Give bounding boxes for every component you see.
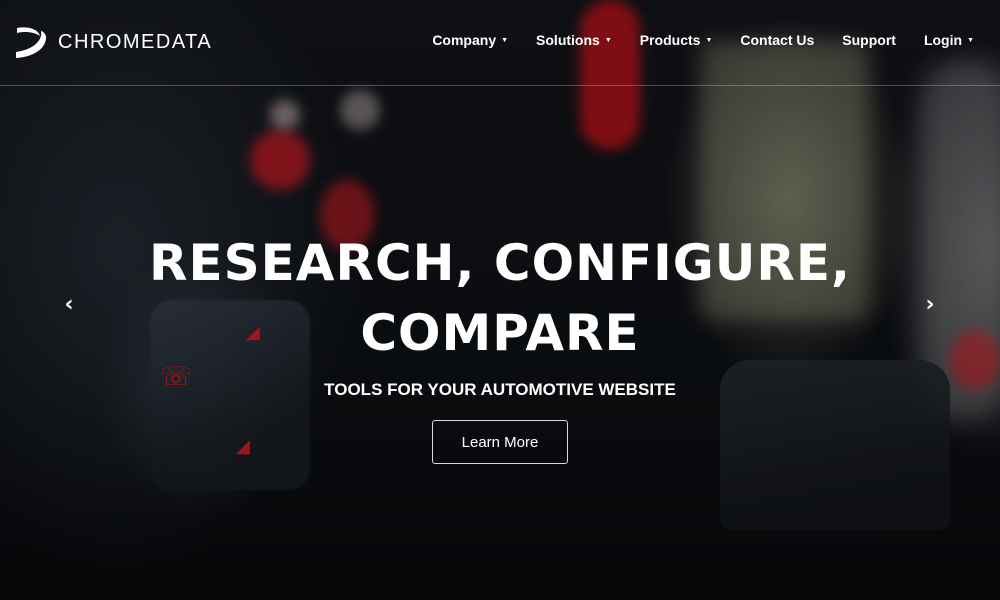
brand-logo-link[interactable]: CHROMEDATA (14, 24, 212, 60)
main-nav: Company ▼ Solutions ▼ Products ▼ Contact… (432, 32, 974, 48)
nav-item-label: Company (432, 32, 497, 48)
site-header: CHROMEDATA Company ▼ Solutions ▼ Product… (0, 0, 1000, 86)
caret-down-icon: ▼ (501, 36, 509, 44)
caret-down-icon: ▼ (705, 36, 713, 44)
hero-headline-line-2: COMPARE (360, 304, 640, 362)
nav-item-company[interactable]: Company ▼ (432, 32, 508, 48)
nav-item-contact-us[interactable]: Contact Us (740, 32, 814, 48)
nav-item-label: Solutions (536, 32, 600, 48)
nav-item-login[interactable]: Login ▼ (924, 32, 974, 48)
hero-carousel: ☏ ◢ ◢ CHROMEDATA Company ▼ Solutions ▼ P… (0, 0, 1000, 600)
chromedata-swoosh-logo-icon (16, 27, 47, 58)
learn-more-button[interactable]: Learn More (432, 420, 568, 464)
hero-headline-line-1: RESEARCH, CONFIGURE, (148, 234, 852, 292)
caret-down-icon: ▼ (604, 36, 612, 44)
nav-item-products[interactable]: Products ▼ (640, 32, 713, 48)
nav-item-label: Support (842, 32, 896, 48)
hero-headline: RESEARCH, CONFIGURE, COMPARE (0, 228, 1000, 368)
nav-item-support[interactable]: Support (842, 32, 896, 48)
brand-name: CHROMEDATA (58, 30, 213, 53)
caret-down-icon: ▼ (967, 36, 974, 44)
nav-item-label: Login (923, 32, 963, 48)
hero-subheadline: TOOLS FOR YOUR AUTOMOTIVE WEBSITE (324, 380, 676, 399)
nav-item-solutions[interactable]: Solutions ▼ (536, 32, 612, 48)
nav-item-label: Contact Us (740, 32, 815, 48)
nav-item-label: Products (639, 32, 701, 48)
